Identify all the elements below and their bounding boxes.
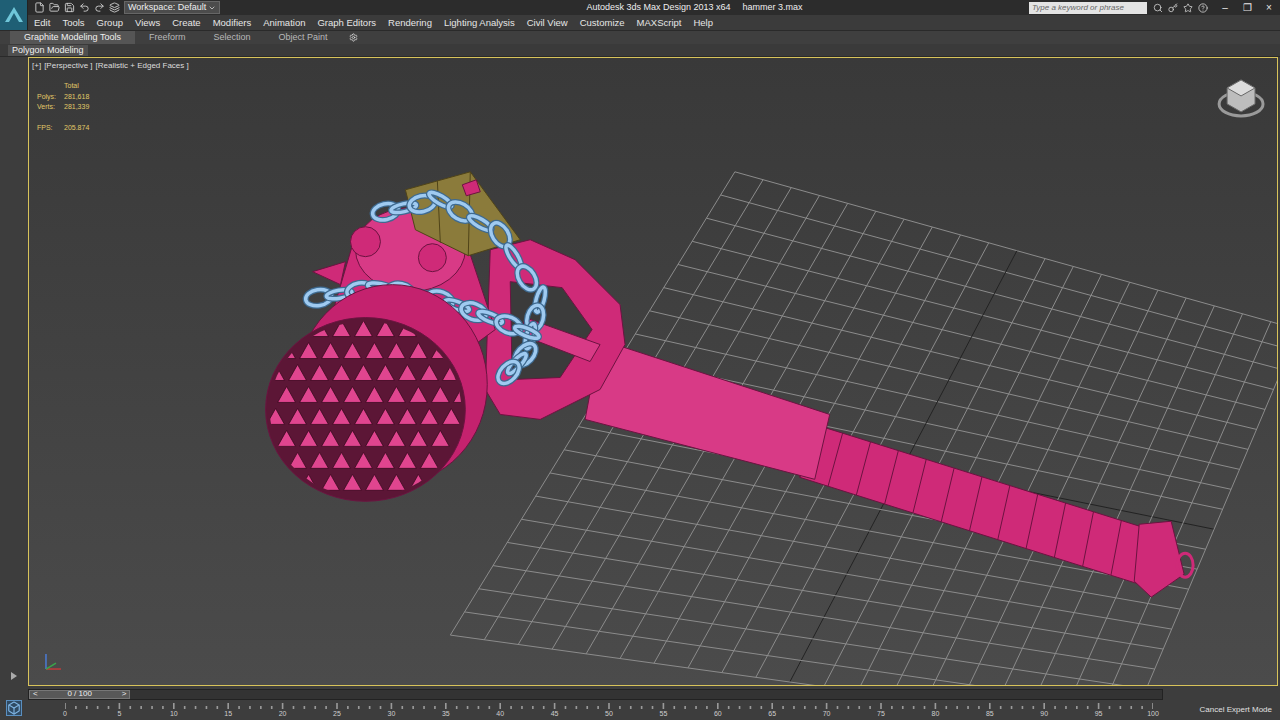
window-control-button[interactable]: ❐ [1236,0,1258,15]
menu-item[interactable]: Help [693,18,713,28]
window-controls: –❐× [1214,0,1280,15]
track-ticks [65,703,1153,709]
stats-label: Verts: [37,102,64,113]
bottom-bar: <0 / 100> 0 5 10 15 20 25 30 35 40 45 50 55 60 65 70 75 8… [0,686,1280,720]
search-icon[interactable] [1153,3,1163,13]
track-tick-label: 40 [496,709,504,718]
title-bar: Workspace: DefaultAutodesk 3ds Max Desig… [28,0,1280,15]
menu-item[interactable]: Group [97,18,123,28]
menu-item[interactable]: Animation [263,18,305,28]
viewport-label-item[interactable]: [Realistic + Edged Faces ] [96,61,189,71]
hammer-model[interactable] [266,172,1194,597]
app-logo-icon[interactable] [0,0,28,30]
menu-item[interactable]: Customize [580,18,625,28]
time-slider[interactable]: <0 / 100> [28,689,1163,700]
perspective-viewport[interactable]: [+][Perspective ] [Realistic + Edged Face… [28,57,1278,686]
stats-value: 281,339 [64,102,89,113]
dropdown-arrow-icon [208,4,216,12]
track-tick-label: 45 [551,709,559,718]
window-title: Autodesk 3ds Max Design 2013 x64hammer 3… [220,3,1029,12]
search-field[interactable]: Type a keyword or phrase [1029,2,1147,14]
track-tick-label: 25 [333,709,341,718]
menu-item[interactable]: Views [135,18,160,28]
ribbon-options-icon[interactable] [349,33,358,42]
ribbon-tab[interactable]: Selection [199,31,264,44]
menu-item[interactable]: Lighting Analysis [444,18,515,28]
menu-item[interactable]: Graph Editors [317,18,376,28]
viewcube-icon[interactable] [1219,80,1263,116]
window-control-button[interactable]: – [1214,0,1236,15]
track-tick-label: 60 [714,709,722,718]
track-bar[interactable]: 0 5 10 15 20 25 30 35 40 45 50 55 60 65 70 75 80 85 90 95 10… [28,700,1163,720]
viewport-label-item[interactable]: [Perspective ] [44,61,92,71]
cancel-expert-mode-button[interactable]: Cancel Expert Mode [1200,706,1272,714]
max-logo-icon [3,4,25,26]
statistics: TotalPolys:281,618Verts:281,339FPS:205.8… [37,81,89,133]
menu-item[interactable]: MAXScript [637,18,682,28]
ribbon-panel-button[interactable]: Polygon Modeling [8,45,88,56]
track-tick-label: 85 [986,709,994,718]
stats-value: 281,618 [64,92,89,103]
menu-item[interactable]: Rendering [388,18,432,28]
quick-access-toolbar [28,2,120,13]
fps-value: 205.874 [64,123,89,134]
stats-header: Total [64,81,89,92]
track-tick-label: 80 [931,709,939,718]
home-grid [450,172,1277,685]
help-icon[interactable] [1198,3,1208,13]
track-tick-label: 65 [768,709,776,718]
viewport-scene [29,58,1277,685]
ribbon-tab[interactable]: Object Paint [264,31,341,44]
new-file-icon[interactable] [34,2,45,13]
track-tick-label: 75 [877,709,885,718]
track-tick-label: 95 [1095,709,1103,718]
header: Workspace: DefaultAutodesk 3ds Max Desig… [0,0,1280,30]
menu-item[interactable]: Tools [62,18,84,28]
ribbon-tab[interactable]: Freeform [135,31,200,44]
time-slider-thumb[interactable]: <0 / 100> [29,690,130,699]
track-tick-label: 100 [1147,709,1159,718]
key-icon[interactable] [1168,3,1178,13]
app-window: Workspace: DefaultAutodesk 3ds Max Desig… [0,0,1280,720]
favorites-icon[interactable] [1183,3,1193,13]
main-area: [+][Perspective ] [Realistic + Edged Face… [0,57,1280,686]
axis-tripod-icon [46,654,61,669]
track-tick-label: 50 [605,709,613,718]
left-strip [0,57,28,686]
expand-arrow-icon[interactable] [11,672,17,680]
ribbon-tab[interactable]: Graphite Modeling Tools [10,31,135,44]
track-tick-label: 35 [442,709,450,718]
window-control-button[interactable]: × [1258,0,1280,15]
project-folder-icon[interactable] [109,2,120,13]
menu-item[interactable]: Civil View [527,18,568,28]
track-tick-label: 20 [279,709,287,718]
track-tick-label: 5 [117,709,121,718]
track-tick-label: 10 [170,709,178,718]
undo-icon[interactable] [79,2,90,13]
fps-label: FPS: [37,123,64,134]
ribbon-panel: Polygon Modeling [0,44,1280,57]
track-tick-label: 30 [387,709,395,718]
track-tick-label: 55 [659,709,667,718]
track-tick-label: 0 [63,709,67,718]
redo-icon[interactable] [94,2,105,13]
track-tick-label: 70 [823,709,831,718]
next-frame-button[interactable]: > [119,690,130,698]
menu-bar: Edit Tools Group Views Create Modifiers Animat… [28,15,1280,30]
open-file-icon[interactable] [49,2,60,13]
menu-item[interactable]: Edit [34,18,50,28]
menu-item[interactable]: Create [172,18,201,28]
viewport-label-item[interactable]: [+] [32,61,41,71]
track-tick-label: 15 [224,709,232,718]
ribbon-tabs: Graphite Modeling ToolsFreeformSelection… [0,30,1280,44]
mini-listener-icon[interactable] [6,700,22,716]
menu-item[interactable]: Modifiers [213,18,252,28]
track-tick-label: 90 [1040,709,1048,718]
workspace-dropdown[interactable]: Workspace: Default [124,1,220,14]
stats-label: Polys: [37,92,64,103]
viewport-label[interactable]: [+][Perspective ] [Realistic + Edged Face… [32,61,189,71]
prev-frame-button[interactable]: < [30,690,41,698]
save-icon[interactable] [64,2,75,13]
